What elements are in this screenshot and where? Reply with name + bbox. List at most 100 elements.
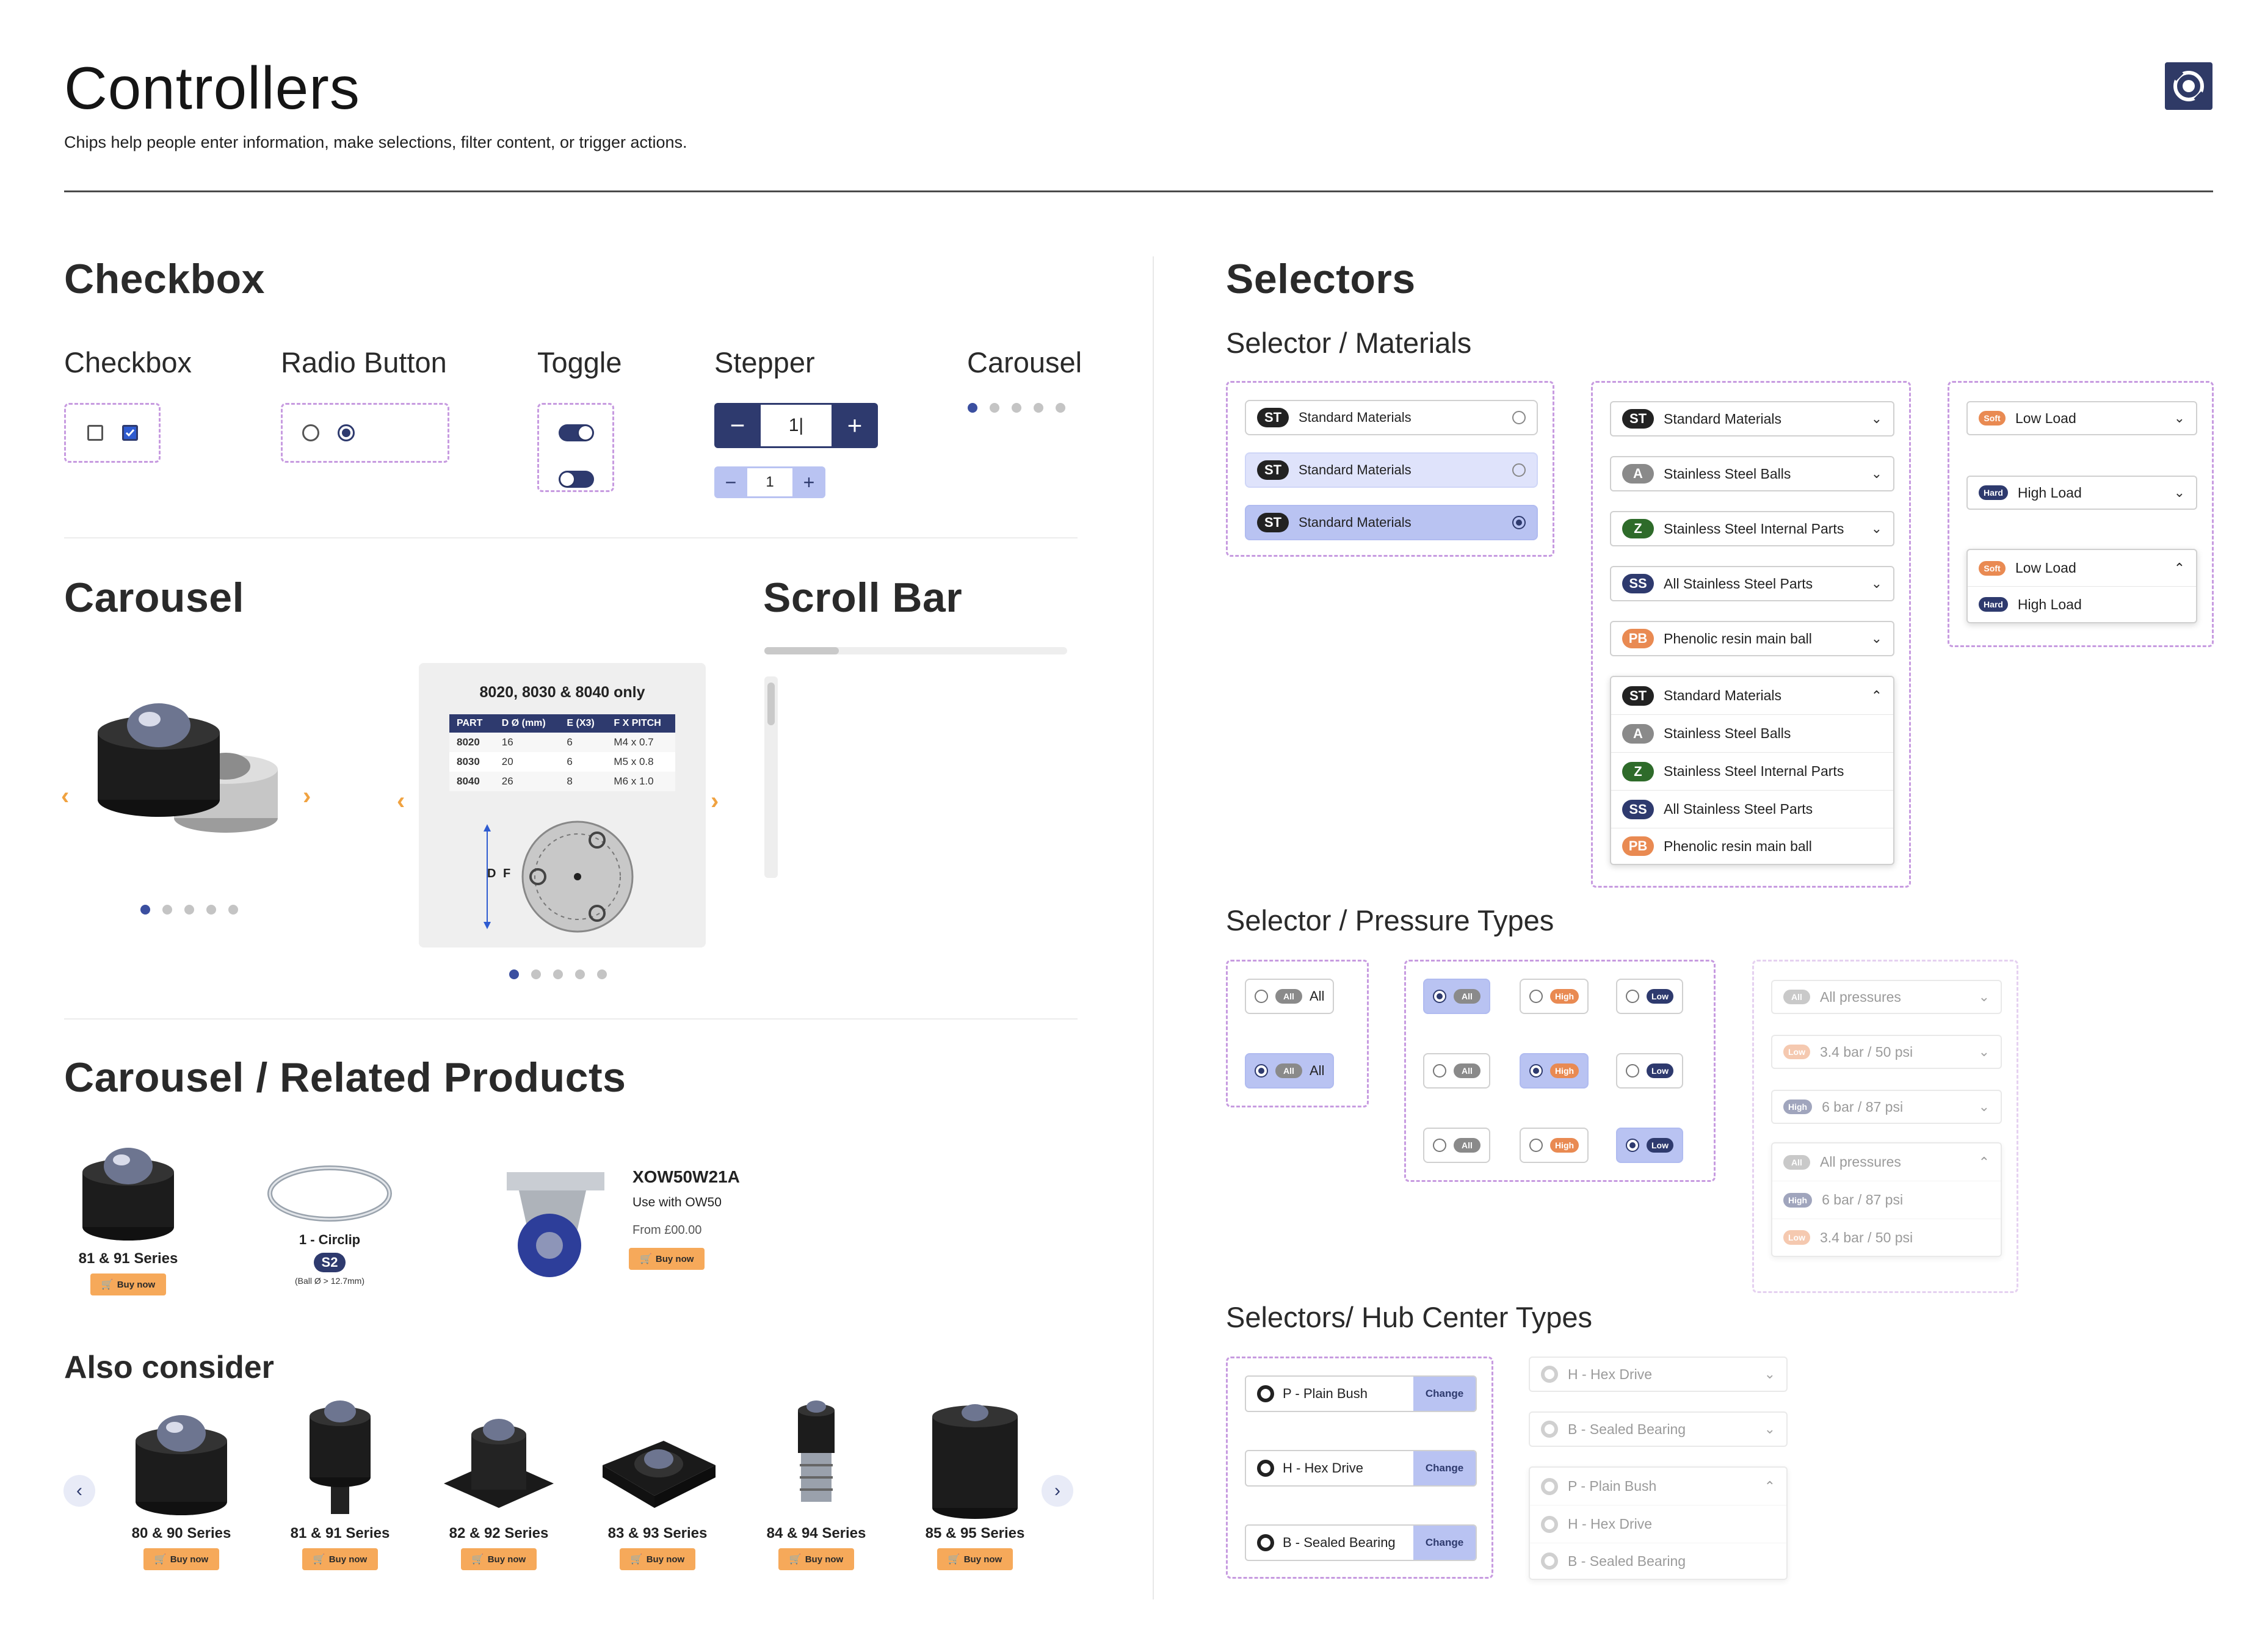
- hub-dropdown[interactable]: B - Sealed Bearing ⌄: [1529, 1411, 1788, 1447]
- also-consider-item[interactable]: 81 & 91 Series 🛒 Buy now: [276, 1398, 404, 1570]
- also-consider-item[interactable]: 80 & 90 Series 🛒 Buy now: [117, 1398, 245, 1570]
- list-item[interactable]: SS All Stainless Steel Parts: [1611, 791, 1893, 828]
- list-item[interactable]: B - Sealed Bearing: [1530, 1543, 1786, 1579]
- related-item[interactable]: 1 - Circlip S2 (Ball Ø > 12.7mm): [263, 1160, 397, 1286]
- scrollbar-thumb[interactable]: [767, 683, 775, 725]
- chevron-up-icon[interactable]: ⌃: [1871, 688, 1882, 704]
- stepper-small-value-input[interactable]: 1: [747, 466, 792, 498]
- material-dropdown[interactable]: A Stainless Steel Balls ⌄: [1610, 456, 1894, 491]
- load-dropdown[interactable]: Soft Low Load ⌄: [1966, 401, 2197, 435]
- list-item[interactable]: Soft Low Load ⌃: [1968, 550, 2196, 587]
- stepper-value-input[interactable]: 1|: [761, 403, 832, 448]
- material-dropdown[interactable]: Z Stainless Steel Internal Parts ⌄: [1610, 511, 1894, 546]
- carousel-dot[interactable]: [1034, 403, 1043, 413]
- list-item[interactable]: H - Hex Drive: [1530, 1505, 1786, 1543]
- material-dropdown[interactable]: SS All Stainless Steel Parts ⌄: [1610, 566, 1894, 601]
- pressure-option[interactable]: All: [1423, 1128, 1490, 1163]
- material-option-selected[interactable]: ST Standard Materials: [1245, 505, 1538, 540]
- list-item[interactable]: Z Stainless Steel Internal Parts: [1611, 753, 1893, 791]
- checkbox-checked[interactable]: [122, 425, 138, 441]
- pressure-option-selected[interactable]: All All: [1245, 1053, 1335, 1089]
- carousel-prev-button[interactable]: ‹: [61, 783, 69, 810]
- buy-now-button[interactable]: 🛒 Buy now: [629, 1248, 705, 1270]
- list-item[interactable]: A Stainless Steel Balls: [1611, 715, 1893, 753]
- pressure-option[interactable]: High: [1520, 1128, 1589, 1163]
- buy-now-button[interactable]: 🛒 Buy now: [143, 1548, 220, 1570]
- carousel-dot[interactable]: [597, 969, 607, 979]
- carousel-dot[interactable]: [531, 969, 541, 979]
- list-item[interactable]: PB Phenolic resin main ball: [1611, 828, 1893, 864]
- pressure-dropdown[interactable]: High 6 bar / 87 psi ⌄: [1771, 1090, 2002, 1124]
- also-consider-next-button[interactable]: ›: [1042, 1475, 1073, 1507]
- radio-unselected[interactable]: [302, 424, 319, 441]
- buy-now-button[interactable]: 🛒 Buy now: [302, 1548, 379, 1570]
- change-button[interactable]: Change: [1413, 1451, 1476, 1485]
- pressure-option[interactable]: All: [1423, 1053, 1490, 1089]
- carousel-dot[interactable]: [509, 969, 519, 979]
- buy-now-button[interactable]: 🛒 Buy now: [90, 1273, 167, 1295]
- list-item[interactable]: All All pressures ⌃: [1772, 1143, 2001, 1181]
- pressure-option[interactable]: All All: [1245, 979, 1335, 1014]
- toggle-off[interactable]: [559, 471, 594, 488]
- toggle-on[interactable]: [559, 424, 594, 441]
- also-consider-item[interactable]: 84 & 94 Series 🛒 Buy now: [752, 1398, 880, 1570]
- material-option-hover[interactable]: ST Standard Materials: [1245, 452, 1538, 488]
- pressure-option-selected[interactable]: All: [1423, 979, 1490, 1014]
- carousel-dot[interactable]: [553, 969, 563, 979]
- checkbox-unchecked[interactable]: [87, 425, 103, 441]
- carousel-dot[interactable]: [206, 905, 216, 915]
- buy-now-button[interactable]: 🛒 Buy now: [778, 1548, 855, 1570]
- hub-option[interactable]: B - Sealed Bearing Change: [1245, 1524, 1477, 1561]
- hub-option[interactable]: H - Hex Drive Change: [1245, 1450, 1477, 1487]
- stepper-small-minus-button[interactable]: −: [714, 466, 747, 498]
- hub-option[interactable]: P - Plain Bush Change: [1245, 1375, 1477, 1412]
- carousel-dot[interactable]: [140, 905, 150, 915]
- load-dropdown[interactable]: Hard High Load ⌄: [1966, 476, 2197, 510]
- also-consider-item[interactable]: 85 & 95 Series 🛒 Buy now: [911, 1398, 1039, 1570]
- carousel-dot[interactable]: [575, 969, 585, 979]
- carousel-next-button[interactable]: ›: [303, 783, 311, 810]
- also-consider-prev-button[interactable]: ‹: [63, 1475, 95, 1507]
- chevron-up-icon[interactable]: ⌃: [1979, 1154, 1990, 1170]
- carousel-dot[interactable]: [162, 905, 172, 915]
- stepper-minus-button[interactable]: −: [714, 403, 761, 448]
- related-item[interactable]: 81 & 91 Series 🛒 Buy now: [67, 1136, 189, 1295]
- list-item[interactable]: High 6 bar / 87 psi: [1772, 1181, 2001, 1219]
- stepper-plus-button[interactable]: +: [832, 403, 878, 448]
- pressure-option[interactable]: High: [1520, 979, 1589, 1014]
- change-button[interactable]: Change: [1413, 1526, 1476, 1560]
- radio-selected[interactable]: [338, 424, 355, 441]
- pressure-option[interactable]: Low: [1616, 1053, 1683, 1089]
- vertical-scrollbar[interactable]: [764, 676, 778, 878]
- carousel-dot[interactable]: [1012, 403, 1021, 413]
- pressure-option-selected[interactable]: High: [1520, 1053, 1589, 1089]
- carousel-dot[interactable]: [1056, 403, 1065, 413]
- carousel-dot[interactable]: [968, 403, 977, 413]
- material-option[interactable]: ST Standard Materials: [1245, 400, 1538, 435]
- change-button[interactable]: Change: [1413, 1377, 1476, 1411]
- material-dropdown[interactable]: ST Standard Materials ⌄: [1610, 401, 1894, 437]
- scrollbar-thumb[interactable]: [764, 647, 839, 654]
- pressure-option-selected[interactable]: Low: [1616, 1128, 1683, 1163]
- spec-carousel-next-button[interactable]: ›: [711, 788, 719, 815]
- spec-carousel-prev-button[interactable]: ‹: [397, 788, 405, 815]
- chevron-up-icon[interactable]: ⌃: [1764, 1479, 1775, 1494]
- pressure-dropdown[interactable]: Low 3.4 bar / 50 psi ⌄: [1771, 1035, 2002, 1069]
- list-item[interactable]: Low 3.4 bar / 50 psi: [1772, 1219, 2001, 1256]
- list-item[interactable]: P - Plain Bush ⌃: [1530, 1468, 1786, 1505]
- carousel-dot[interactable]: [228, 905, 238, 915]
- material-dropdown[interactable]: PB Phenolic resin main ball ⌄: [1610, 621, 1894, 656]
- pressure-dropdown[interactable]: All All pressures ⌄: [1771, 980, 2002, 1014]
- carousel-dot[interactable]: [990, 403, 999, 413]
- horizontal-scrollbar[interactable]: [764, 647, 1067, 654]
- chevron-up-icon[interactable]: ⌃: [2174, 560, 2185, 576]
- hub-dropdown[interactable]: H - Hex Drive ⌄: [1529, 1357, 1788, 1392]
- carousel-dot[interactable]: [184, 905, 194, 915]
- buy-now-button[interactable]: 🛒 Buy now: [937, 1548, 1013, 1570]
- buy-now-button[interactable]: 🛒 Buy now: [460, 1548, 537, 1570]
- list-item[interactable]: ST Standard Materials ⌃: [1611, 677, 1893, 715]
- buy-now-button[interactable]: 🛒 Buy now: [619, 1548, 696, 1570]
- stepper-small-plus-button[interactable]: +: [792, 466, 825, 498]
- also-consider-item[interactable]: 83 & 93 Series 🛒 Buy now: [593, 1398, 722, 1570]
- pressure-option[interactable]: Low: [1616, 979, 1683, 1014]
